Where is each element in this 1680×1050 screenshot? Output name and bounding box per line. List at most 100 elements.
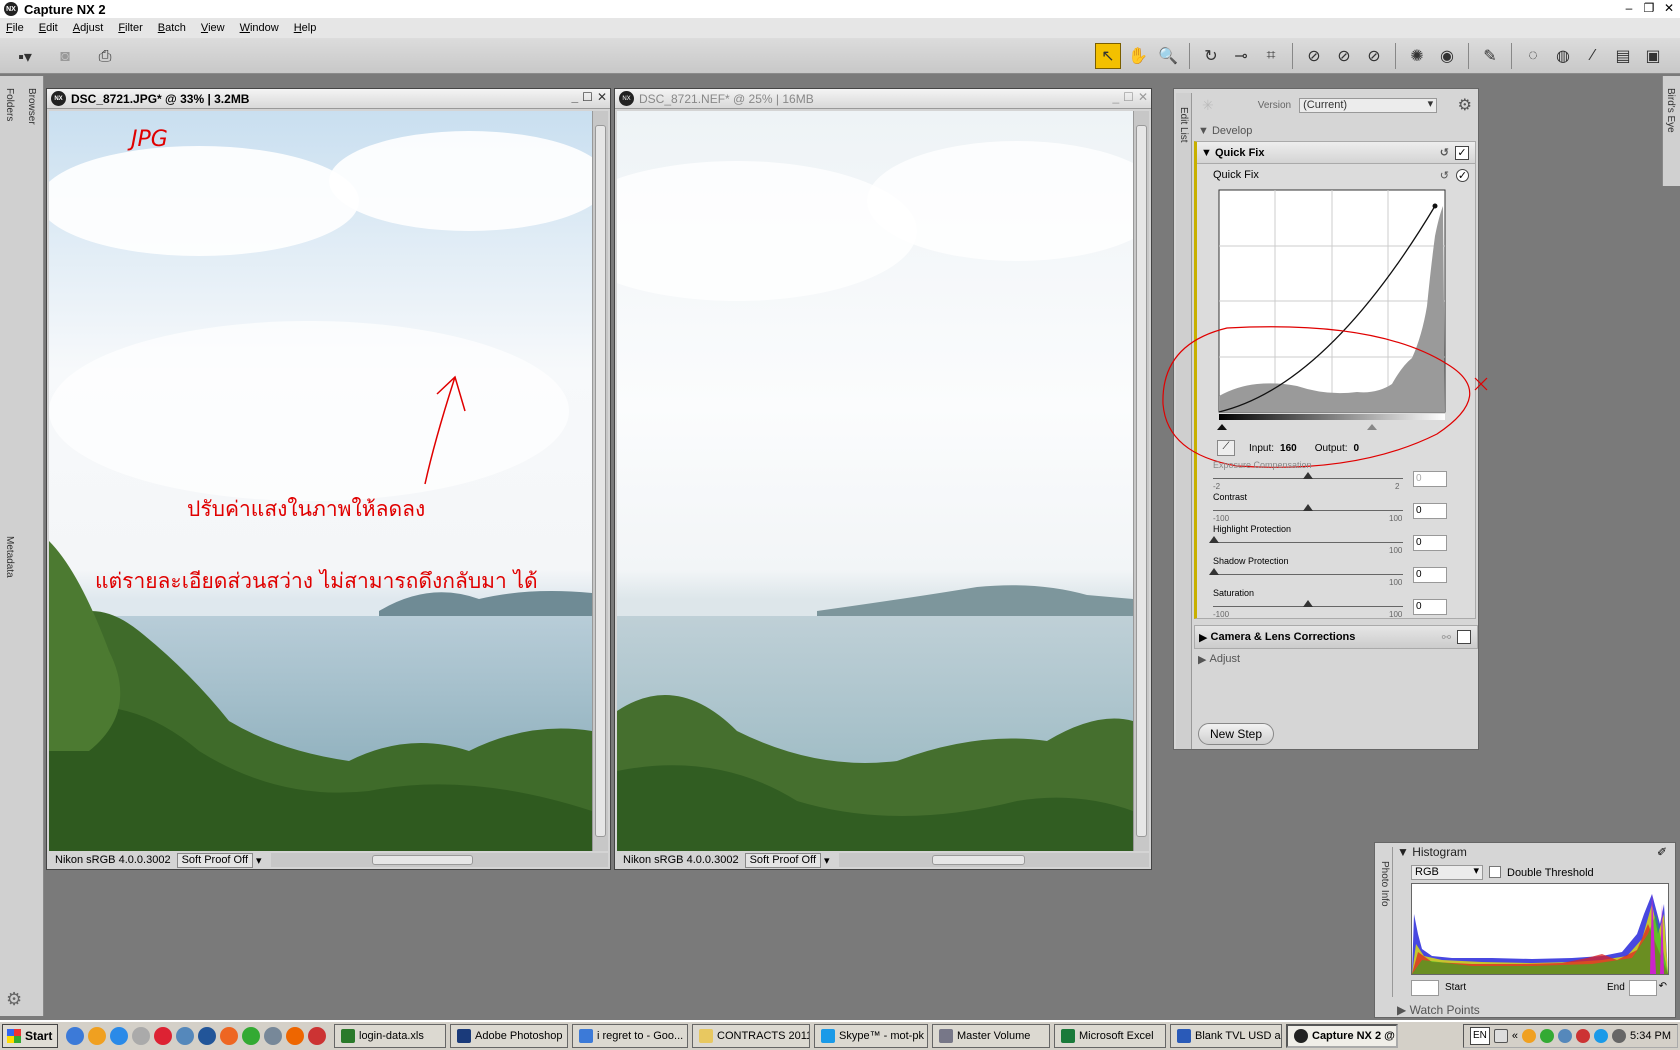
maximize-icon[interactable]: ☐ <box>1123 90 1134 104</box>
slider-knob[interactable] <box>1209 536 1219 543</box>
app-icon[interactable] <box>176 1027 194 1045</box>
eye-icon[interactable]: ◉ <box>1434 43 1460 69</box>
network-icon[interactable] <box>1558 1029 1573 1043</box>
window-title-bar[interactable]: NX DSC_8721.JPG* @ 33% | 3.2MB _ ☐ ✕ <box>47 89 610 109</box>
restore-button[interactable]: ❐ <box>1642 1 1656 15</box>
highlight-value-field[interactable]: 0 <box>1413 535 1447 551</box>
app-icon[interactable] <box>242 1027 260 1045</box>
task-contracts[interactable]: CONTRACTS 2011 <box>692 1024 810 1048</box>
black-control-point-icon[interactable]: ⊘ <box>1301 43 1327 69</box>
scroll-thumb[interactable] <box>595 125 606 837</box>
minimize-icon[interactable]: _ <box>1112 90 1119 104</box>
highlight-protection-slider[interactable]: Highlight Protection 100 0 <box>1197 522 1475 555</box>
horizontal-scrollbar[interactable] <box>838 853 1149 867</box>
tray-icon[interactable] <box>1594 1029 1609 1043</box>
menu-batch[interactable]: Batch <box>158 22 186 34</box>
slider-knob[interactable] <box>1303 600 1313 607</box>
lasso-icon[interactable]: ◍ <box>1550 43 1576 69</box>
selection-control-point-icon[interactable]: ◌ <box>1520 43 1546 69</box>
firefox-icon[interactable] <box>286 1027 304 1045</box>
channel-select[interactable]: RGB <box>1411 865 1483 880</box>
close-icon[interactable]: ✕ <box>597 90 607 104</box>
crop-icon[interactable]: ⌗ <box>1258 43 1284 69</box>
horizontal-scrollbar[interactable] <box>270 853 608 867</box>
menu-filter[interactable]: Filter <box>118 22 142 34</box>
version-select[interactable]: (Current) <box>1299 97 1438 113</box>
slider-knob[interactable] <box>1209 568 1219 575</box>
adjust-section[interactable]: ▶ Adjust <box>1194 649 1478 669</box>
soft-proof-dropdown[interactable]: Soft Proof Off <box>176 852 254 868</box>
app-icon[interactable] <box>264 1027 282 1045</box>
saturation-slider[interactable]: Saturation -100 100 0 <box>1197 586 1475 619</box>
language-indicator[interactable]: EN <box>1469 1027 1490 1045</box>
histogram-header[interactable]: ▼ Histogram <box>1397 845 1467 859</box>
eyedropper-icon[interactable]: ✐ <box>1657 845 1667 859</box>
chevron-down-icon[interactable]: ▾ <box>253 854 265 867</box>
volume-icon[interactable] <box>1612 1029 1627 1043</box>
exposure-value-field[interactable]: 0 <box>1413 471 1447 487</box>
scroll-thumb[interactable] <box>1136 125 1147 837</box>
workspace-icon[interactable]: ▪▾ <box>12 44 38 70</box>
step-enable-toggle[interactable]: ✓ <box>1456 168 1469 182</box>
new-step-button[interactable]: New Step <box>1198 723 1274 745</box>
photo-jpg[interactable] <box>49 111 592 851</box>
tray-icon[interactable] <box>1576 1029 1591 1043</box>
task-skype[interactable]: Skype™ - mot-pk <box>814 1024 928 1048</box>
minimize-button[interactable]: – <box>1622 1 1636 15</box>
end-field[interactable] <box>1629 980 1657 996</box>
levels-curves-graph[interactable] <box>1162 186 1488 468</box>
watch-points-section[interactable]: ▶ Watch Points <box>1397 1003 1480 1017</box>
soft-proof-dropdown[interactable]: Soft Proof Off <box>744 852 822 868</box>
tray-icon[interactable] <box>1522 1029 1537 1043</box>
app-icon[interactable] <box>308 1027 326 1045</box>
window-title-bar[interactable]: NX DSC_8721.NEF* @ 25% | 16MB _ ☐ ✕ <box>615 89 1151 109</box>
contrast-slider[interactable]: Contrast -100 100 0 <box>1197 490 1475 523</box>
red-eye-icon[interactable]: ✺ <box>1404 43 1430 69</box>
double-threshold-checkbox[interactable] <box>1489 866 1501 878</box>
reset-icon[interactable]: ↺ <box>1440 169 1449 182</box>
app-icon[interactable] <box>220 1027 238 1045</box>
menu-edit[interactable]: Edit <box>39 22 58 34</box>
chrome-icon[interactable] <box>154 1027 172 1045</box>
menu-help[interactable]: Help <box>294 22 317 34</box>
shadow-protection-slider[interactable]: Shadow Protection 100 0 <box>1197 554 1475 587</box>
ie-icon[interactable] <box>66 1027 84 1045</box>
photo-info-tab[interactable]: Photo Info <box>1379 861 1390 907</box>
auto-retouch-brush-icon[interactable]: ✎ <box>1477 43 1503 69</box>
task-capture-nx[interactable]: Capture NX 2 @ <box>1286 1024 1398 1048</box>
contrast-value-field[interactable]: 0 <box>1413 503 1447 519</box>
menu-view[interactable]: View <box>201 22 225 34</box>
saturation-value-field[interactable]: 0 <box>1413 599 1447 615</box>
photo-nef[interactable] <box>617 111 1133 851</box>
outlook-icon[interactable] <box>88 1027 106 1045</box>
selection-brush-icon[interactable]: ⁄ <box>1580 43 1606 69</box>
task-browser[interactable]: i regret to - Goo... <box>572 1024 688 1048</box>
slider-knob[interactable] <box>1303 472 1313 479</box>
start-field[interactable] <box>1411 980 1439 996</box>
task-photoshop[interactable]: Adobe Photoshop <box>450 1024 568 1048</box>
task-master-volume[interactable]: Master Volume <box>932 1024 1050 1048</box>
app-icon[interactable] <box>132 1027 150 1045</box>
start-button[interactable]: Start <box>2 1024 58 1048</box>
neutral-control-point-icon[interactable]: ⊘ <box>1361 43 1387 69</box>
maximize-icon[interactable]: ☐ <box>582 90 593 104</box>
fill-icon[interactable]: ▣ <box>1640 43 1666 69</box>
reset-icon[interactable]: ↺ <box>1440 146 1449 159</box>
reset-icon[interactable]: ↶ <box>1659 981 1667 992</box>
task-login-data[interactable]: login-data.xls <box>334 1024 446 1048</box>
rotate-icon[interactable]: ↻ <box>1198 43 1224 69</box>
slider-knob[interactable] <box>1303 504 1313 511</box>
quick-fix-header[interactable]: ▼ Quick Fix ↺ ✓ <box>1197 142 1475 164</box>
image-window-nef[interactable]: NX DSC_8721.NEF* @ 25% | 16MB _ ☐ ✕ Nikon … <box>614 88 1152 870</box>
close-button[interactable]: ✕ <box>1662 1 1676 15</box>
birds-eye-tab[interactable]: Bird's Eye <box>1665 88 1676 133</box>
exposure-compensation-slider[interactable]: Exposure Compensation -2 2 0 <box>1197 458 1475 491</box>
menu-file[interactable]: File <box>6 22 24 34</box>
tray-icon[interactable] <box>1540 1029 1555 1043</box>
camera-lens-enable-checkbox[interactable] <box>1457 630 1471 644</box>
edit-list-tab[interactable]: Edit List <box>1178 107 1189 143</box>
gear-icon[interactable]: ⚙ <box>1458 95 1472 115</box>
straighten-icon[interactable]: ⊸ <box>1228 43 1254 69</box>
task-excel[interactable]: Microsoft Excel <box>1054 1024 1166 1048</box>
develop-section[interactable]: ▼ Develop <box>1194 121 1478 141</box>
